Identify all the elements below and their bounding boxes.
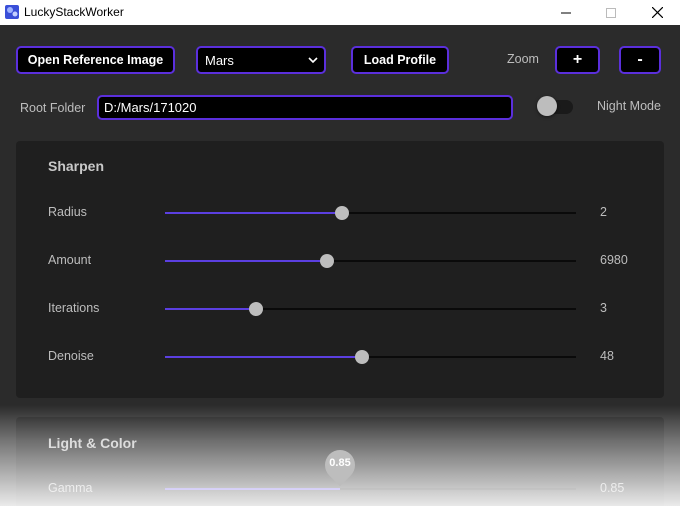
- minimize-icon: [561, 12, 571, 13]
- amount-slider-fill: [165, 260, 327, 262]
- gamma-tooltip-value: 0.85: [329, 457, 351, 469]
- iterations-slider-knob[interactable]: [249, 302, 263, 316]
- planet-select-value: Mars: [205, 52, 234, 68]
- planet-select[interactable]: Mars: [196, 46, 326, 74]
- radius-slider-fill: [165, 212, 342, 214]
- night-mode-label: Night Mode: [597, 99, 661, 113]
- iterations-value: 3: [600, 301, 607, 315]
- denoise-value: 48: [600, 349, 614, 363]
- radius-value: 2: [600, 205, 607, 219]
- denoise-label: Denoise: [48, 349, 94, 363]
- light-color-title: Light & Color: [48, 435, 137, 451]
- zoom-in-button[interactable]: +: [555, 46, 600, 74]
- radius-slider-knob[interactable]: [335, 206, 349, 220]
- gamma-value: 0.85: [600, 481, 625, 495]
- maximize-icon: [606, 7, 616, 18]
- app-logo-icon: [5, 5, 19, 19]
- iterations-slider-fill: [165, 308, 256, 310]
- amount-value: 6980: [600, 253, 628, 267]
- maximize-button[interactable]: [588, 0, 634, 25]
- gamma-label: Gamma: [48, 481, 93, 495]
- main-area: Open Reference Image Mars Load Profile Z…: [0, 25, 680, 506]
- title-bar: LuckyStackWorker: [0, 0, 680, 25]
- sharpen-title: Sharpen: [48, 158, 105, 174]
- sharpen-panel: Sharpen: [16, 141, 664, 398]
- root-folder-label: Root Folder: [20, 101, 86, 115]
- denoise-slider-knob[interactable]: [355, 350, 369, 364]
- root-folder-input[interactable]: D:/Mars/171020: [97, 95, 513, 120]
- close-icon: [651, 7, 663, 18]
- night-mode-toggle-knob[interactable]: [537, 96, 557, 116]
- radius-label: Radius: [48, 205, 87, 219]
- zoom-out-button[interactable]: -: [619, 46, 661, 74]
- minimize-button[interactable]: [543, 0, 589, 25]
- window-title: LuckyStackWorker: [24, 5, 124, 19]
- close-button[interactable]: [634, 0, 680, 25]
- amount-label: Amount: [48, 253, 92, 267]
- amount-slider-knob[interactable]: [320, 254, 334, 268]
- zoom-label: Zoom: [507, 52, 539, 66]
- gamma-slider-fill: [165, 488, 340, 490]
- chevron-down-icon: [308, 57, 318, 64]
- load-profile-button[interactable]: Load Profile: [351, 46, 449, 74]
- iterations-label: Iterations: [48, 301, 100, 315]
- open-reference-image-button[interactable]: Open Reference Image: [16, 46, 175, 74]
- denoise-slider-fill: [165, 356, 362, 358]
